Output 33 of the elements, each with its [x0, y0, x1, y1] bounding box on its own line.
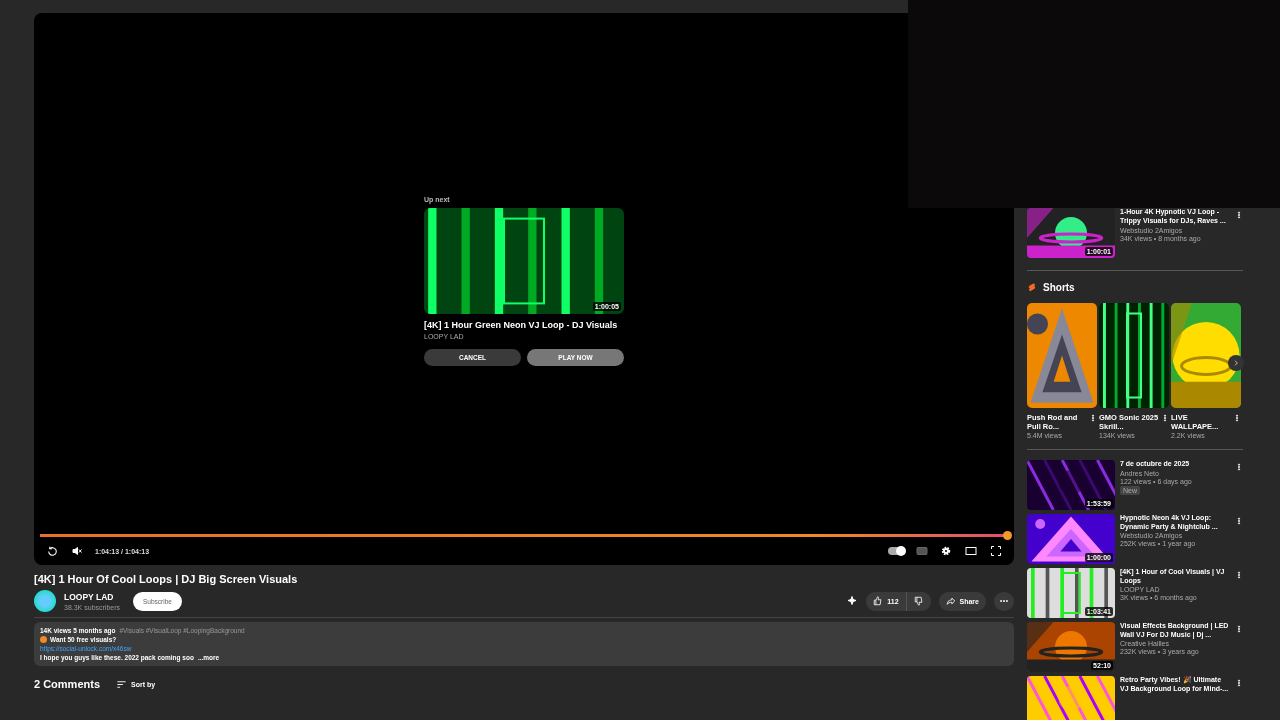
- dislike-button[interactable]: [905, 591, 931, 611]
- muted-speaker-icon[interactable]: [71, 545, 83, 557]
- more-vertical-icon[interactable]: [1235, 515, 1243, 526]
- captions-icon[interactable]: [916, 545, 928, 557]
- more-vertical-icon[interactable]: [1235, 569, 1243, 580]
- sparkle-icon[interactable]: [846, 595, 859, 607]
- thumbs-up-icon: [873, 596, 884, 606]
- more-vertical-icon[interactable]: [1233, 413, 1241, 423]
- more-vertical-icon[interactable]: [1235, 461, 1243, 472]
- section-title: Shorts: [1043, 281, 1075, 293]
- autoplay-toggle[interactable]: [888, 547, 904, 555]
- more-vertical-icon[interactable]: [1089, 413, 1097, 423]
- shorts-icon: [1027, 281, 1037, 293]
- channel-avatar[interactable]: [34, 590, 56, 612]
- comment-count: 2 Comments: [34, 678, 101, 690]
- replay-icon[interactable]: [46, 544, 59, 558]
- settings-icon[interactable]: [940, 545, 952, 557]
- thumbs-down-icon: [913, 596, 924, 606]
- fullscreen-icon[interactable]: [990, 545, 1002, 557]
- chevron-right-icon: [1232, 359, 1240, 367]
- more-vertical-icon[interactable]: [1235, 677, 1243, 688]
- more-vertical-icon[interactable]: [1161, 413, 1169, 423]
- more-vertical-icon[interactable]: [1235, 623, 1243, 634]
- video-title: [4K] 1 Hour Of Cool Loops | DJ Big Screen Visuals: [34, 573, 299, 585]
- theater-mode-icon[interactable]: [964, 545, 978, 557]
- channel-name[interactable]: LOOPY LAD: [64, 591, 121, 602]
- up-next-title[interactable]: [4K] 1 Hour Green Neon VJ Loop - DJ Visuals: [424, 319, 624, 330]
- sort-icon: [116, 678, 128, 690]
- circle-emoji-icon: [40, 636, 47, 643]
- more-button[interactable]: [994, 591, 1014, 611]
- share-arrow-icon: [945, 596, 956, 606]
- more-vertical-icon[interactable]: [1235, 210, 1243, 220]
- next-button[interactable]: [1228, 355, 1244, 371]
